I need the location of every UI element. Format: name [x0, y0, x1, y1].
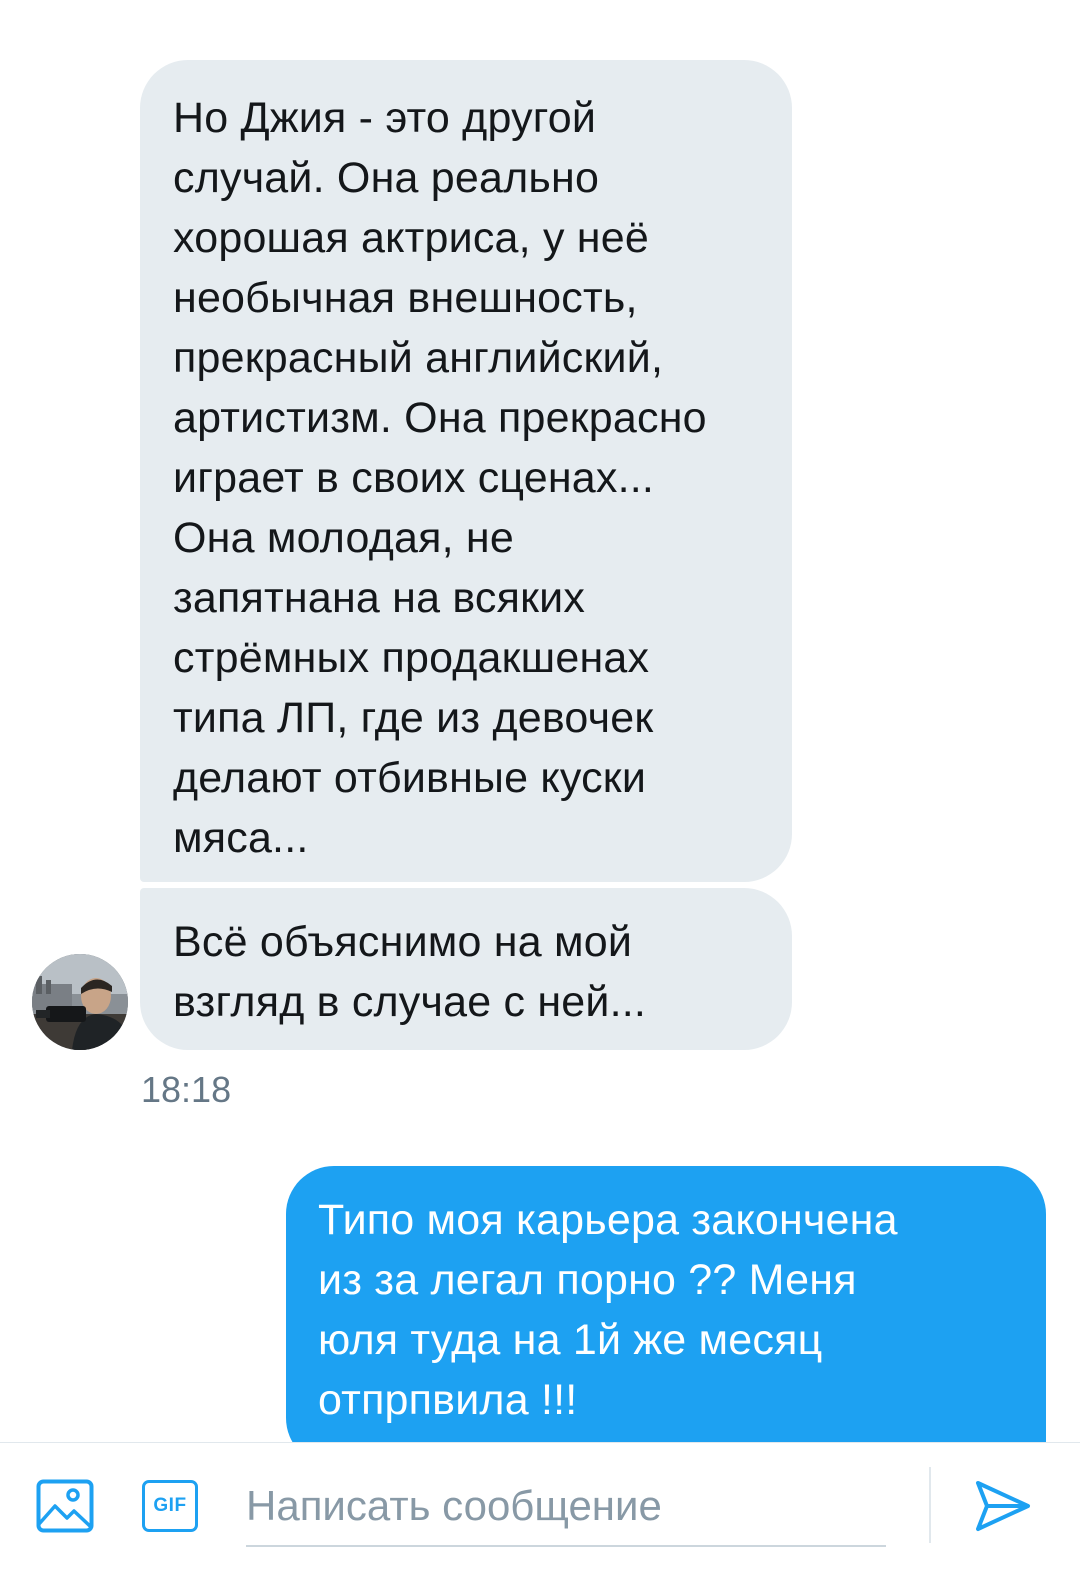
message-line: мяса... — [173, 814, 309, 862]
message-line: взгляд в случае с ней... — [173, 978, 647, 1026]
composer-divider — [929, 1467, 931, 1543]
message-line: типа ЛП, где из девочек — [173, 694, 654, 742]
gif-label: GIF — [153, 1495, 187, 1516]
gif-icon: GIF — [142, 1480, 198, 1532]
message-composer: GIF — [0, 1442, 1080, 1573]
message-line: стрёмных продакшенах — [173, 634, 650, 682]
sender-avatar[interactable] — [32, 954, 128, 1050]
message-line: необычная внешность, — [173, 274, 638, 322]
message-line: хорошая актриса, у неё — [173, 214, 649, 262]
send-button[interactable] — [968, 1471, 1038, 1541]
message-line: отпрпвила !!! — [318, 1376, 578, 1424]
message-line: Она молодая, не — [173, 514, 514, 562]
send-icon — [976, 1481, 1030, 1531]
message-input[interactable] — [246, 1467, 886, 1547]
message-thread[interactable]: Но Джия - это другой случай. Она реально… — [0, 0, 1080, 1442]
message-line: играет в своих сценах... — [173, 454, 655, 502]
message-line: Типо моя карьера закончена — [318, 1196, 898, 1244]
message-line: из за легал порно ?? Меня — [318, 1256, 857, 1304]
user-photo-avatar-icon — [32, 954, 128, 1050]
outgoing-message-bubble[interactable]: Типо моя карьера закончена из за легал п… — [286, 1166, 1046, 1442]
message-line: юля туда на 1й же месяц — [318, 1316, 823, 1364]
add-gif-button[interactable]: GIF — [137, 1473, 203, 1539]
incoming-message-bubble[interactable]: Всё объяснимо на мой взгляд в случае с н… — [140, 888, 792, 1050]
message-timestamp: 18:18 — [141, 1069, 232, 1110]
message-line: прекрасный английский, — [173, 334, 664, 382]
message-line: Всё объяснимо на мой — [173, 918, 633, 966]
message-line: случай. Она реально — [173, 154, 600, 202]
message-line: запятнана на всяких — [173, 574, 586, 622]
message-line: делают отбивные куски — [173, 754, 647, 802]
image-icon — [36, 1479, 94, 1533]
message-line: артистизм. Она прекрасно — [173, 394, 707, 442]
incoming-message-bubble[interactable]: Но Джия - это другой случай. Она реально… — [140, 60, 792, 882]
add-photo-button[interactable] — [32, 1473, 98, 1539]
message-line: Но Джия - это другой — [173, 94, 597, 142]
